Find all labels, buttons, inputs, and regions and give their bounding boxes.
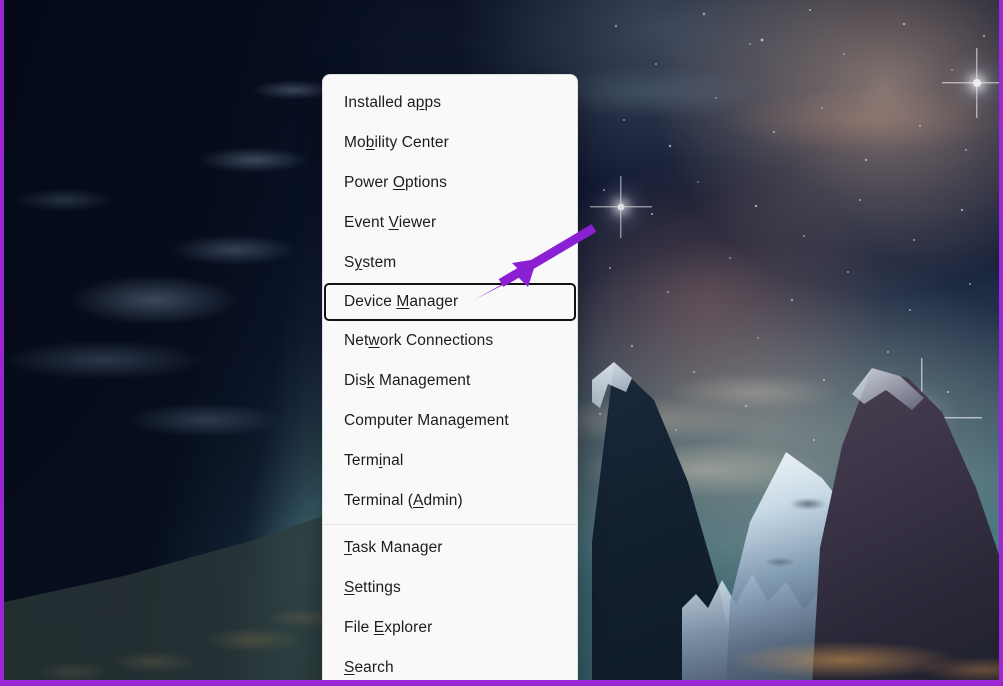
menu-item-accelerator: T xyxy=(344,539,352,556)
screenshot-frame: Installed apps Mobility Center Power Optio… xyxy=(0,0,1003,686)
menu-item-event-viewer[interactable]: Event Viewer xyxy=(323,203,577,243)
menu-item-terminal-admin[interactable]: Terminal (Admin) xyxy=(323,481,577,521)
menu-item-label: File Explorer xyxy=(344,619,433,636)
menu-item-network-connections[interactable]: Network Connections xyxy=(323,321,577,361)
menu-item-label: Search xyxy=(344,659,394,676)
menu-item-accelerator: y xyxy=(354,254,363,271)
menu-item-label: Terminal (Admin) xyxy=(344,492,463,509)
menu-item-installed-apps[interactable]: Installed apps xyxy=(323,83,577,123)
menu-item-power-options[interactable]: Power Options xyxy=(323,163,577,203)
menu-item-terminal[interactable]: Terminal xyxy=(323,441,577,481)
menu-item-accelerator: V xyxy=(388,214,399,231)
menu-item-accelerator: O xyxy=(392,174,406,191)
menu-item-accelerator: M xyxy=(396,293,410,310)
menu-item-label: Device Manager xyxy=(344,293,459,310)
menu-item-accelerator: k xyxy=(366,372,375,389)
menu-item-task-manager[interactable]: Task Manager xyxy=(323,528,577,568)
winx-context-menu[interactable]: Installed apps Mobility Center Power Optio… xyxy=(322,74,578,680)
menu-item-label: Network Connections xyxy=(344,332,494,349)
menu-item-accelerator: E xyxy=(373,619,385,636)
menu-item-label: Mobility Center xyxy=(344,134,449,151)
menu-item-label: Settings xyxy=(344,579,401,596)
menu-item-accelerator: b xyxy=(365,134,375,151)
menu-item-disk-management[interactable]: Disk Management xyxy=(323,361,577,401)
menu-item-mobility-center[interactable]: Mobility Center xyxy=(323,123,577,163)
menu-item-label: Terminal xyxy=(344,452,404,469)
menu-item-file-explorer[interactable]: File Explorer xyxy=(323,608,577,648)
menu-item-accelerator: S xyxy=(344,659,355,676)
menu-item-search[interactable]: Search xyxy=(323,648,577,680)
menu-item-settings[interactable]: Settings xyxy=(323,568,577,608)
menu-item-accelerator: g xyxy=(456,412,466,429)
menu-item-accelerator: p xyxy=(415,94,425,111)
menu-item-device-manager[interactable]: Device Manager xyxy=(324,283,576,321)
menu-item-label: Event Viewer xyxy=(344,214,437,231)
menu-item-label: System xyxy=(344,254,397,271)
menu-item-accelerator: i xyxy=(378,452,383,469)
menu-item-label: Task Manager xyxy=(344,539,443,556)
menu-item-accelerator: A xyxy=(413,492,424,509)
menu-item-accelerator: S xyxy=(344,579,355,596)
menu-item-label: Disk Management xyxy=(344,372,471,389)
menu-item-system[interactable]: System xyxy=(323,243,577,283)
menu-separator xyxy=(323,524,577,525)
menu-item-accelerator: w xyxy=(368,332,380,349)
desktop-wallpaper[interactable]: Installed apps Mobility Center Power Optio… xyxy=(4,0,999,680)
menu-item-computer-management[interactable]: Computer Management xyxy=(323,401,577,441)
menu-item-label: Power Options xyxy=(344,174,447,191)
menu-item-label: Installed apps xyxy=(344,94,442,111)
menu-item-label: Computer Management xyxy=(344,412,509,429)
